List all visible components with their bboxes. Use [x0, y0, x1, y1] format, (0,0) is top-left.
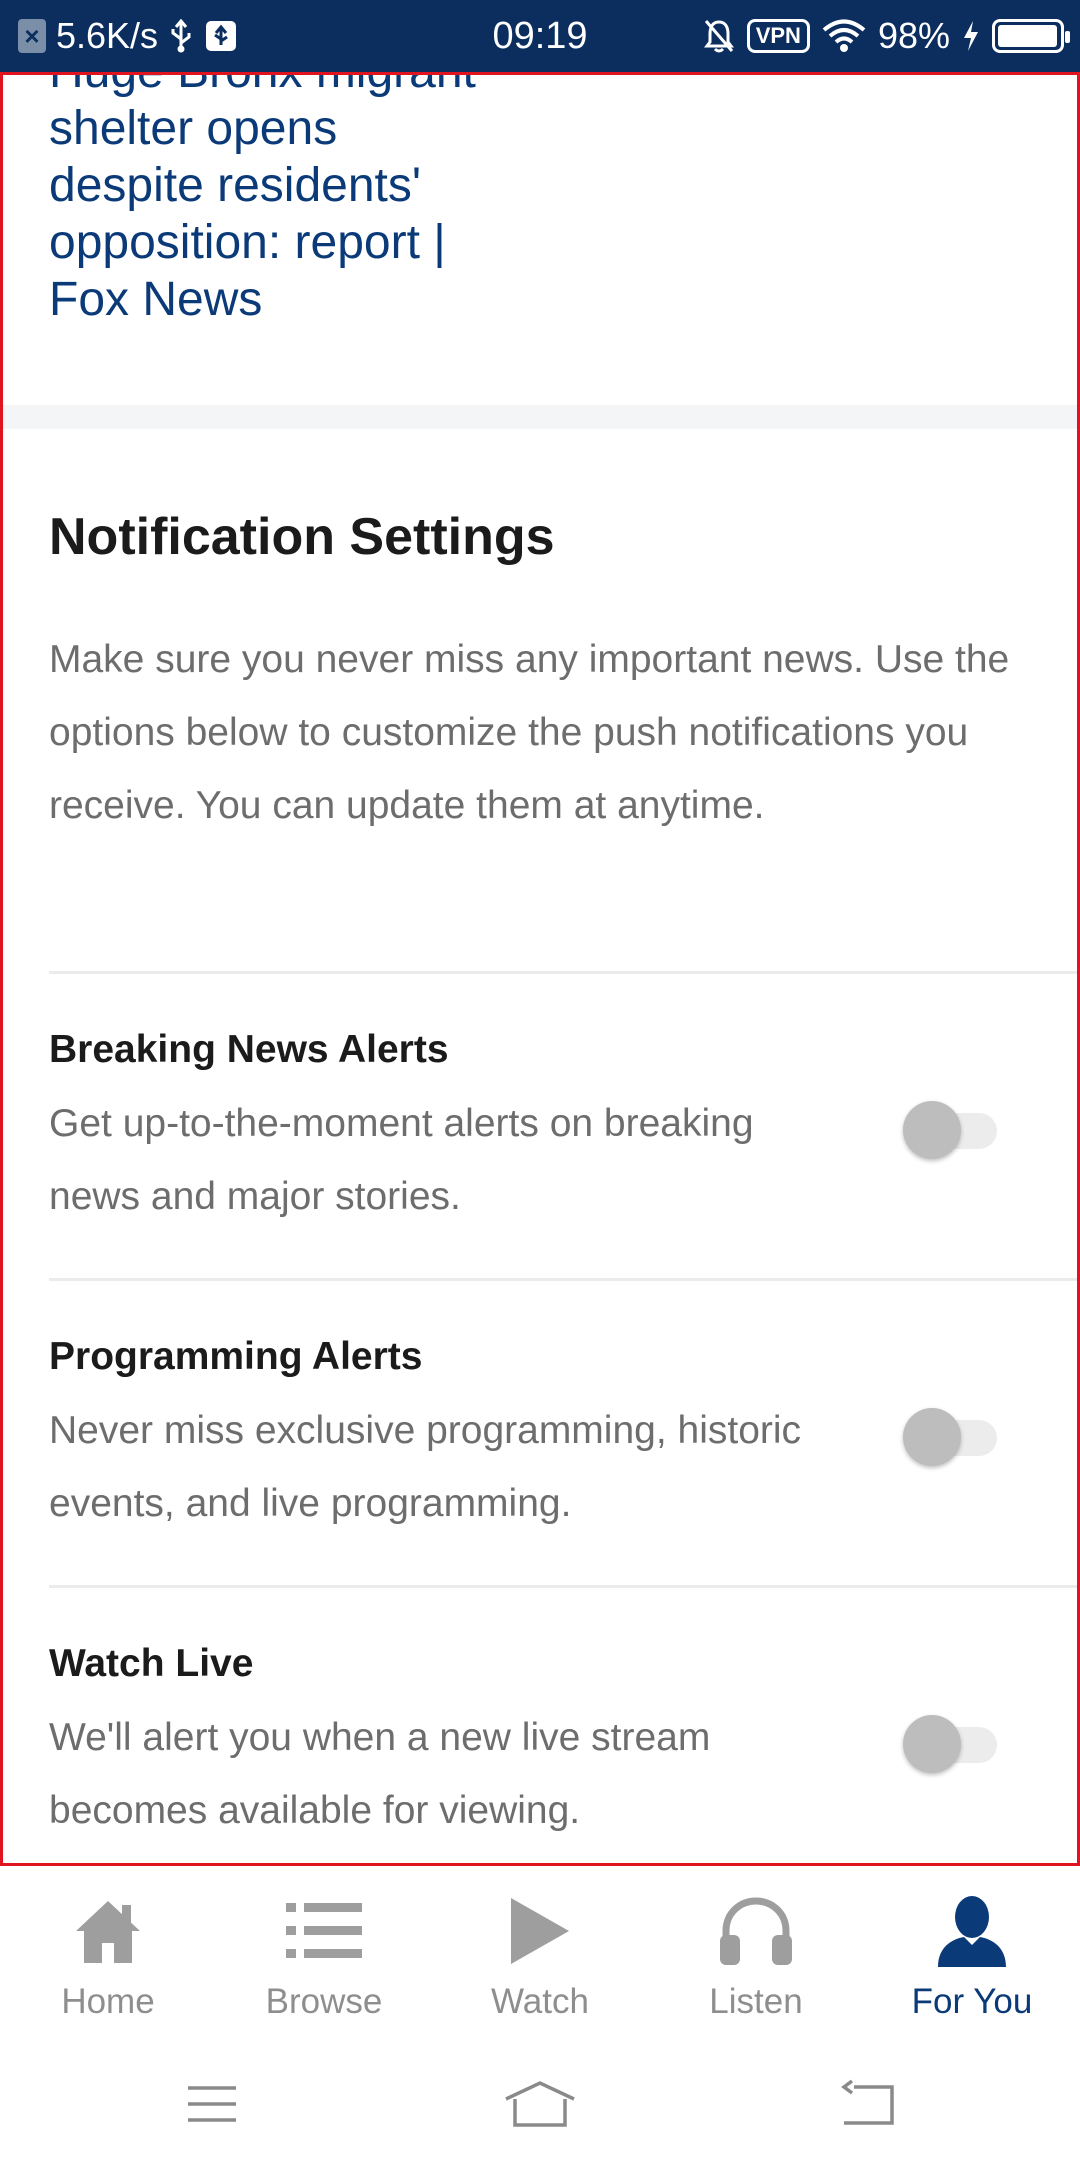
breaking-news-toggle[interactable]	[903, 1091, 999, 1159]
content-area: Huge Bronx migrant shelter opens despite…	[0, 72, 1080, 1866]
toggle-knob	[903, 1408, 961, 1466]
notification-settings-intro: Make sure you never miss any important n…	[49, 638, 1010, 827]
setting-title: Programming Alerts	[49, 1335, 423, 1378]
charging-icon	[962, 20, 980, 52]
setting-watch-live: Watch Live We'll alert you when a new li…	[49, 1639, 1049, 1863]
tab-label: Listen	[709, 1982, 803, 2021]
divider	[49, 1585, 1077, 1588]
notification-settings-heading: Notification Settings	[49, 508, 555, 566]
vpn-icon: VPN	[746, 19, 810, 53]
person-icon	[864, 1886, 1080, 1976]
tab-browse[interactable]: Browse	[216, 1866, 432, 2044]
home-icon	[0, 1886, 216, 1976]
tab-watch[interactable]: Watch	[432, 1866, 648, 2044]
setting-description: We'll alert you when a new live stream b…	[49, 1716, 711, 1832]
tab-label: For You	[911, 1982, 1033, 2021]
headline-line: Huge Bronx migrant	[49, 75, 609, 100]
programming-alerts-toggle[interactable]	[903, 1398, 999, 1466]
wifi-icon	[822, 19, 866, 53]
toggle-knob	[903, 1101, 961, 1159]
headline-line: opposition: report |	[49, 216, 446, 269]
system-navigation-bar	[0, 2044, 1080, 2160]
mute-bell-icon	[703, 18, 735, 54]
watch-live-toggle[interactable]	[903, 1705, 999, 1773]
headline-line: shelter opens	[49, 102, 338, 155]
play-icon	[432, 1886, 648, 1976]
tab-label: Watch	[491, 1982, 589, 2021]
battery-percent: 98%	[877, 15, 950, 56]
tab-home[interactable]: Home	[0, 1866, 216, 2044]
home-outline-icon[interactable]	[500, 2074, 580, 2134]
menu-icon[interactable]	[172, 2074, 252, 2134]
setting-title: Watch Live	[49, 1642, 254, 1685]
battery-fill	[998, 25, 1057, 47]
battery-icon	[992, 19, 1070, 53]
divider	[49, 1278, 1077, 1281]
article-headline[interactable]: Huge Bronx migrant shelter opens despite…	[49, 75, 609, 328]
list-icon	[216, 1886, 432, 1976]
status-bar: × 5.6K/s 09:19 VPN 98%	[0, 0, 1080, 72]
toggle-knob	[903, 1715, 961, 1773]
tab-listen[interactable]: Listen	[648, 1866, 864, 2044]
setting-description: Get up-to-the-moment alerts on breaking …	[49, 1102, 754, 1218]
setting-title: Breaking News Alerts	[49, 1028, 449, 1071]
bottom-tab-bar: Home Browse Watch Listen For You	[0, 1866, 1080, 2044]
divider	[49, 971, 1077, 974]
tab-label: Browse	[265, 1982, 383, 2021]
back-icon[interactable]	[828, 2074, 908, 2134]
status-bar-right: VPN 98%	[703, 0, 1070, 72]
headline-line: Fox News	[49, 273, 263, 326]
headphones-icon	[648, 1886, 864, 1976]
tab-for-you[interactable]: For You	[864, 1866, 1080, 2044]
tab-label: Home	[61, 1982, 155, 2021]
section-divider	[3, 405, 1077, 429]
setting-description: Never miss exclusive programming, histor…	[49, 1409, 802, 1525]
headline-line: despite residents'	[49, 159, 422, 212]
